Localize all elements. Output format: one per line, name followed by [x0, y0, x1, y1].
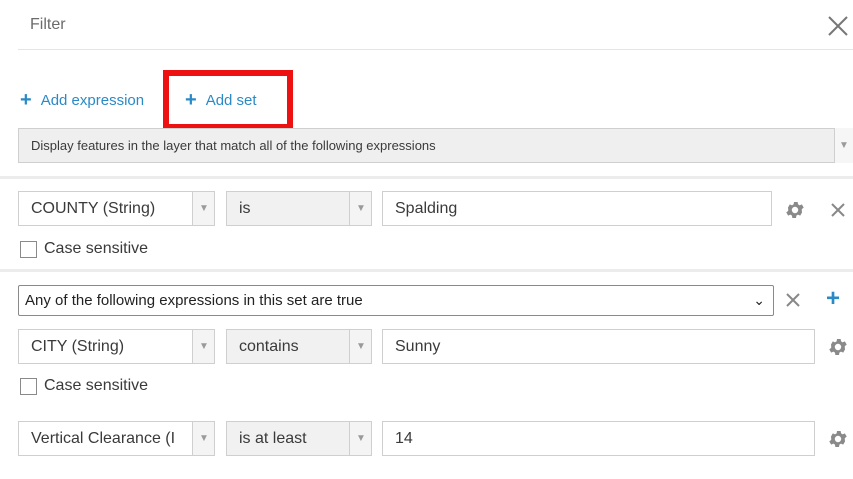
set-mode-select[interactable]: Any of the following expressions in this…	[18, 285, 774, 316]
dropdown-arrow-icon[interactable]: ▼	[834, 128, 853, 163]
highlight-box	[163, 70, 293, 130]
display-mode-select[interactable]: Display features in the layer that match…	[18, 128, 853, 163]
dropdown-arrow-icon[interactable]: ▼	[192, 422, 214, 455]
gear-icon[interactable]	[827, 428, 849, 450]
gear-icon[interactable]	[784, 199, 806, 221]
dropdown-arrow-icon[interactable]: ▼	[349, 330, 371, 363]
case-sensitive-checkbox[interactable]	[20, 378, 37, 395]
case-sensitive-label: Case sensitive	[44, 377, 149, 394]
dropdown-arrow-icon[interactable]: ▼	[192, 192, 214, 225]
close-icon[interactable]	[826, 14, 850, 38]
add-expression-label: Add expression	[40, 91, 145, 109]
add-expression-button[interactable]: + Add expression	[20, 90, 144, 110]
field-select-value: COUNTY (String)	[31, 200, 156, 217]
gear-icon[interactable]	[827, 336, 849, 358]
dropdown-arrow-icon[interactable]: ▼	[349, 422, 371, 455]
section-divider	[0, 176, 853, 179]
operator-select[interactable]: contains ▼	[226, 329, 372, 364]
operator-select[interactable]: is at least ▼	[226, 421, 372, 456]
field-select[interactable]: COUNTY (String) ▼	[18, 191, 215, 226]
remove-set-icon[interactable]	[784, 291, 802, 309]
field-select[interactable]: Vertical Clearance (I ▼	[18, 421, 215, 456]
set-mode-value: Any of the following expressions in this…	[25, 292, 363, 309]
operator-select[interactable]: is ▼	[226, 191, 372, 226]
case-sensitive-checkbox[interactable]	[20, 241, 37, 258]
display-mode-value: Display features in the layer that match…	[31, 138, 436, 153]
section-divider	[0, 269, 853, 272]
value-input[interactable]: Sunny	[382, 329, 815, 364]
dropdown-arrow-icon[interactable]: ▼	[192, 330, 214, 363]
field-select-value: Vertical Clearance (I	[31, 430, 176, 447]
field-select-value: CITY (String)	[31, 338, 125, 355]
case-sensitive-label: Case sensitive	[44, 240, 149, 257]
remove-expression-icon[interactable]	[829, 201, 847, 219]
chevron-down-icon[interactable]: ⌄	[753, 292, 765, 309]
value-input[interactable]: Spalding	[382, 191, 772, 226]
field-select[interactable]: CITY (String) ▼	[18, 329, 215, 364]
header-divider	[18, 49, 853, 50]
dropdown-arrow-icon[interactable]: ▼	[349, 192, 371, 225]
panel-title: Filter	[30, 16, 66, 33]
value-input[interactable]: 14	[382, 421, 815, 456]
plus-icon: +	[20, 89, 32, 111]
add-to-set-icon[interactable]: +	[826, 287, 840, 311]
